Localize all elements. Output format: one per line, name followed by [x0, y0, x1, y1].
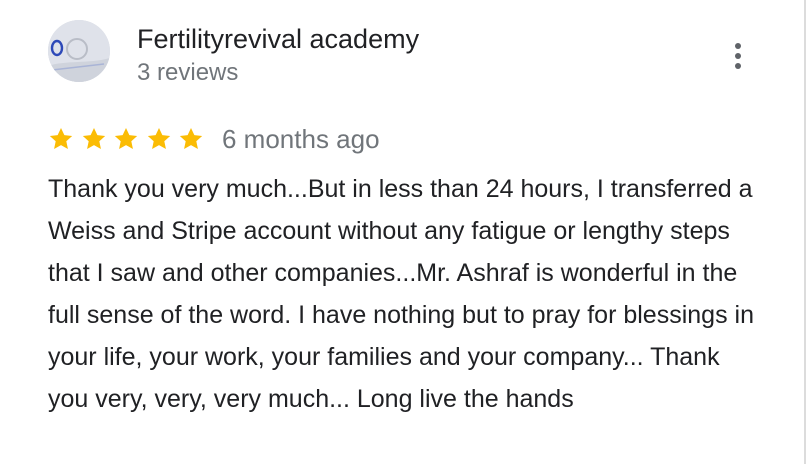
star-rating: [48, 122, 211, 156]
reviewer-name[interactable]: Fertilityrevival academy: [137, 22, 419, 56]
star-icon: [82, 127, 105, 149]
star-icon: [147, 127, 170, 149]
star-icon: [49, 127, 73, 149]
review-date: 6 months ago: [222, 124, 380, 154]
more-vert-icon-dot: [735, 53, 741, 59]
more-vert-icon-dot: [735, 63, 741, 69]
review-card: Fertilityrevival academy 3 reviews 6 mon…: [0, 0, 806, 464]
star-icon: [114, 127, 138, 149]
avatar-image: [48, 20, 110, 82]
reviewer-avatar[interactable]: [48, 20, 110, 82]
star-icon: [179, 127, 203, 149]
more-vert-icon: [735, 43, 741, 49]
review-text: Thank you very much...But in less than 2…: [48, 175, 754, 413]
reviewer-review-count[interactable]: 3 reviews: [137, 58, 238, 88]
more-options-button[interactable]: [722, 38, 754, 74]
